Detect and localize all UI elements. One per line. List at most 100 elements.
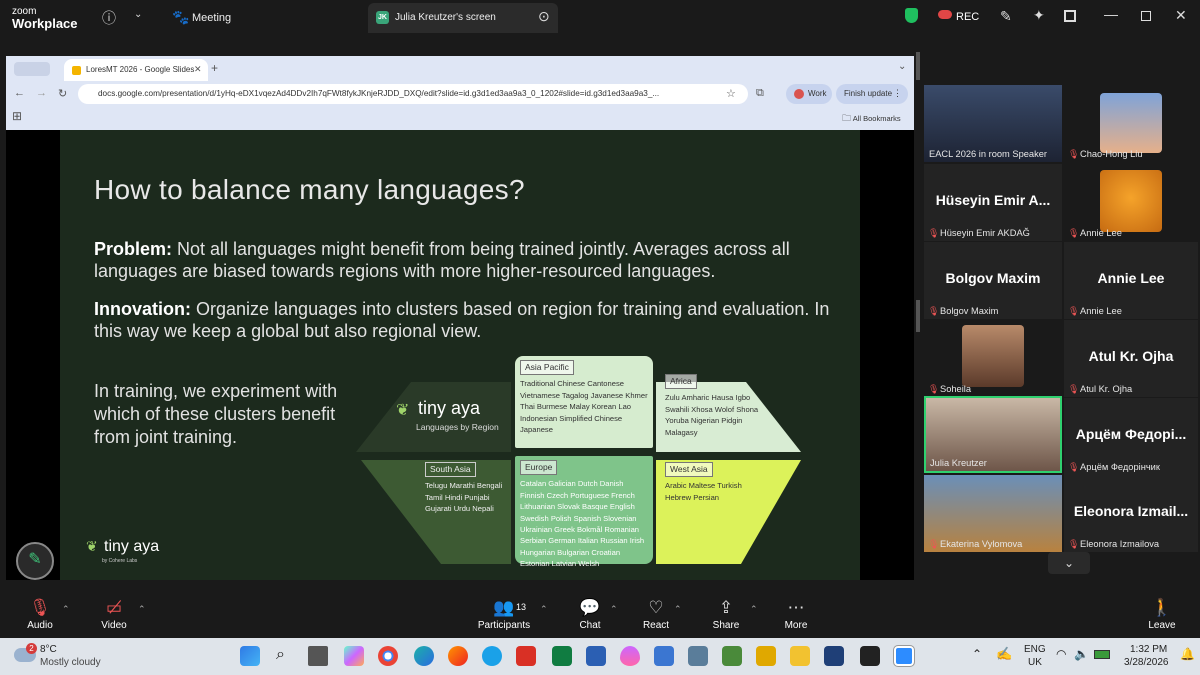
participant-label: Bolgov Maxim <box>940 306 999 316</box>
tab-strip-icon[interactable] <box>14 62 50 76</box>
minimize-icon[interactable]: — <box>1104 6 1118 22</box>
info-icon[interactable]: ⓘ <box>102 8 116 28</box>
mic-muted-icon: 🎙 <box>928 228 940 238</box>
pen-tray-icon[interactable]: ✍ <box>996 646 1012 662</box>
start-icon[interactable] <box>240 646 260 666</box>
participant-label: Hüseyin Emir AKDAĞ <box>940 228 1030 238</box>
task-view-icon[interactable] <box>308 646 328 666</box>
profile-button[interactable]: Work <box>786 84 832 104</box>
participant-tile-active-speaker[interactable]: Julia Kreutzer <box>924 396 1062 473</box>
network-app-icon[interactable] <box>654 646 674 666</box>
leave-button[interactable]: 🚶 Leave <box>1132 598 1192 631</box>
file-explorer-icon[interactable] <box>790 646 810 666</box>
search-icon[interactable]: ⌕ <box>276 646 285 664</box>
participant-tile[interactable]: Арцём Федорі... 🎙Арцём Федорінчик <box>1064 398 1198 475</box>
mic-muted-icon: 🎙 <box>1068 462 1080 472</box>
more-icon: ⋯ <box>787 598 805 617</box>
address-bar[interactable]: docs.google.com/presentation/d/1yHq-eDX1… <box>78 84 748 104</box>
browser-tab[interactable]: LoresMT 2026 - Google Slides <box>64 59 208 81</box>
asia-pacific-title: Asia Pacific <box>520 360 574 376</box>
tab-search-icon[interactable]: ⌄ <box>898 61 906 72</box>
europe-cluster: Europe Catalan Galician Dutch Danish Fin… <box>515 456 653 568</box>
participant-label: Ekaterina Vylomova <box>940 539 1023 549</box>
rec-label[interactable]: REC <box>956 11 979 23</box>
edge-icon[interactable] <box>414 646 434 666</box>
mic-muted-icon: 🎙 <box>928 539 940 549</box>
input-region[interactable]: UK <box>1028 657 1042 668</box>
video-button[interactable]: ▭̸ Video <box>84 598 144 631</box>
annotate-button[interactable]: ✎ <box>16 542 54 580</box>
volume-icon[interactable]: 🔈 <box>1074 647 1089 661</box>
audio-button[interactable]: 🎙 Audio <box>10 598 70 631</box>
new-tab-icon[interactable]: + <box>211 61 218 75</box>
view-icon[interactable] <box>1064 10 1076 22</box>
participant-tile[interactable]: EACL 2026 in room Speaker <box>924 85 1062 162</box>
participant-label: Арцём Федорінчик <box>1080 462 1160 472</box>
participant-tile[interactable]: Eleonora Izmail... 🎙Eleonora Izmailova <box>1064 475 1198 552</box>
input-lang[interactable]: ENG <box>1024 644 1046 655</box>
firefox-icon[interactable] <box>448 646 468 666</box>
clock-time[interactable]: 1:32 PM <box>1130 644 1167 655</box>
word-icon[interactable] <box>586 646 606 666</box>
mic-muted-icon: 🎙 <box>928 384 940 394</box>
kebab-menu-icon[interactable]: ⋮ <box>893 88 902 99</box>
remote-icon[interactable] <box>688 646 708 666</box>
show-hidden-icons[interactable]: ⌃ <box>972 647 982 661</box>
sparkle-icon[interactable]: ✦ <box>1033 7 1045 24</box>
battery-icon[interactable] <box>1094 650 1110 659</box>
zoom-app-icon[interactable] <box>893 645 915 667</box>
reload-icon[interactable]: ↻ <box>58 87 67 100</box>
panel-resize-handle[interactable] <box>916 52 920 80</box>
participant-tile[interactable]: Annie Lee 🎙Annie Lee <box>1064 242 1198 319</box>
tab-close-icon[interactable]: ✕ <box>194 64 202 75</box>
back-icon[interactable]: ← <box>14 87 25 99</box>
apps-grid-icon[interactable]: ⊞ <box>12 109 22 123</box>
bookmark-star-icon[interactable]: ☆ <box>726 87 736 100</box>
participant-tile[interactable]: Hüseyin Emir A... 🎙Hüseyin Emir AKDAĞ <box>924 164 1062 241</box>
finish-update-button[interactable]: Finish update ⋮ <box>836 84 908 104</box>
editor-icon[interactable] <box>722 646 742 666</box>
participant-tile[interactable]: 🎙Chao-Hong Liu <box>1064 85 1198 162</box>
copilot-icon[interactable] <box>344 646 364 666</box>
chevron-down-icon[interactable]: ⌄ <box>134 9 142 20</box>
more-options-icon[interactable]: ⊙ <box>538 8 550 25</box>
chrome-icon[interactable] <box>378 646 398 666</box>
share-options-icon[interactable]: ⌃ <box>750 604 758 615</box>
wifi-icon[interactable]: ◠ <box>1056 647 1066 661</box>
participant-tile[interactable]: 🎙Ekaterina Vylomova <box>924 475 1062 552</box>
virtualbox-icon[interactable] <box>824 646 844 666</box>
participant-tile[interactable]: 🎙Soheila <box>924 320 1062 397</box>
clock-date[interactable]: 3/28/2026 <box>1124 657 1169 668</box>
participants-options-icon[interactable]: ⌃ <box>540 604 548 615</box>
flame-icon[interactable] <box>620 646 640 666</box>
gallery-next-button[interactable]: ⌄ <box>1048 552 1090 574</box>
participant-tile[interactable]: Bolgov Maxim 🎙Bolgov Maxim <box>924 242 1062 319</box>
browser-chrome: LoresMT 2026 - Google Slides ✕ + ⌄ ← → ↻… <box>6 56 914 130</box>
terminal-icon[interactable] <box>860 646 880 666</box>
panel-scrollbar[interactable] <box>916 300 920 332</box>
participant-tile[interactable]: 🎙Annie Lee <box>1064 164 1198 241</box>
chat-options-icon[interactable]: ⌃ <box>610 604 618 615</box>
notification-bell-icon[interactable]: 🔔 <box>1180 647 1195 661</box>
weather-temp[interactable]: 8°C <box>40 644 57 655</box>
more-button[interactable]: ⋯ More <box>766 598 826 631</box>
pdf-icon[interactable] <box>516 646 536 666</box>
weather-text[interactable]: Mostly cloudy <box>40 657 101 668</box>
project-icon[interactable] <box>552 646 572 666</box>
audio-options-icon[interactable]: ⌃ <box>62 604 70 615</box>
pencil-icon[interactable]: ✎ <box>1000 8 1012 25</box>
west-asia-cluster: West Asia Arabic Maltese Turkish Hebrew … <box>660 458 770 518</box>
all-bookmarks[interactable]: 🗀 All Bookmarks <box>842 111 901 127</box>
forward-icon[interactable]: → <box>36 87 47 99</box>
app-icon[interactable] <box>756 646 776 666</box>
restore-icon[interactable] <box>1141 11 1151 21</box>
shield-icon[interactable] <box>905 8 918 23</box>
react-options-icon[interactable]: ⌃ <box>674 604 682 615</box>
skype-icon[interactable] <box>482 646 502 666</box>
video-options-icon[interactable]: ⌃ <box>138 604 146 615</box>
participant-tile[interactable]: Atul Kr. Ojha 🎙Atul Kr. Ojha <box>1064 320 1198 397</box>
share-button[interactable]: ⇪ Share <box>696 598 756 631</box>
close-icon[interactable]: ✕ <box>1175 7 1187 24</box>
extensions-icon[interactable]: ⧉ <box>756 87 764 100</box>
meeting-label[interactable]: Meeting <box>192 12 231 24</box>
